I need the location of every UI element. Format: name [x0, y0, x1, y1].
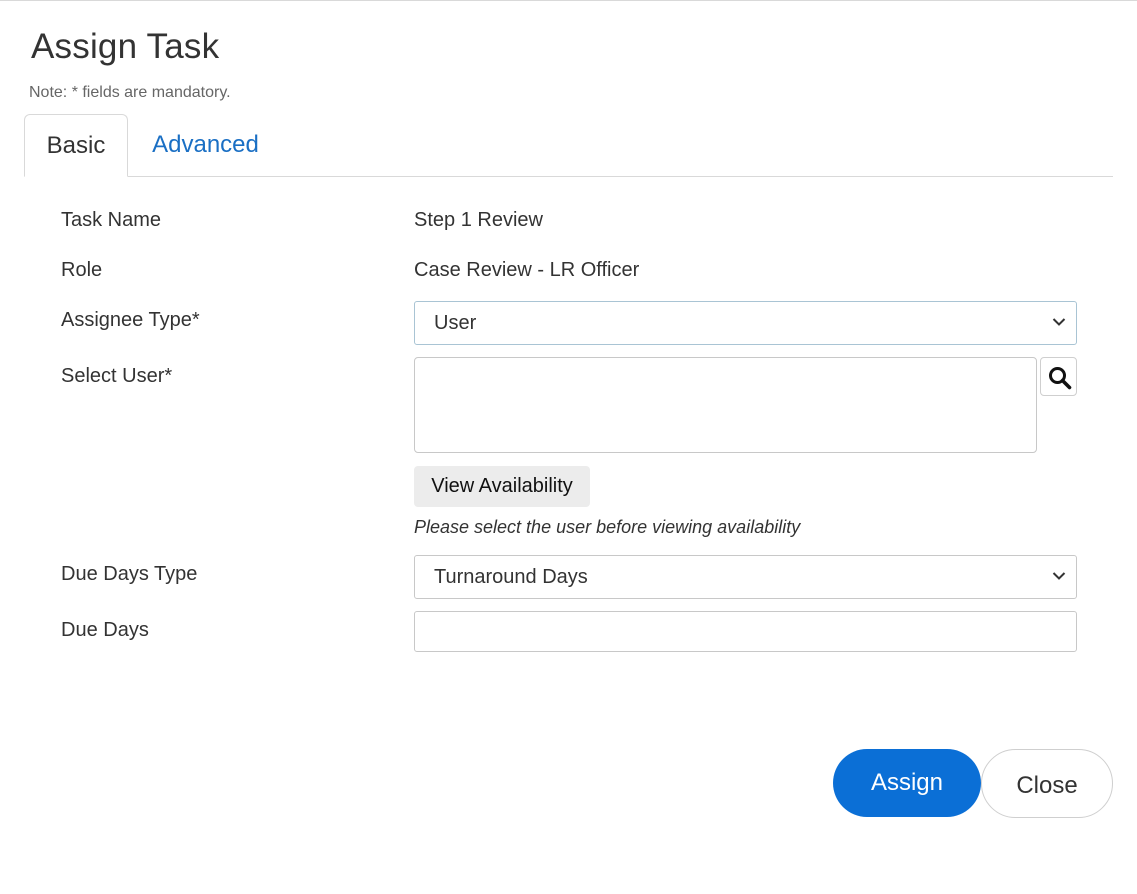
assignee-type-label: Assignee Type* — [61, 309, 200, 331]
view-availability-button[interactable]: View Availability — [414, 466, 590, 507]
role-value: Case Review - LR Officer — [414, 259, 640, 281]
chevron-down-icon — [1052, 556, 1068, 598]
task-name-label: Task Name — [61, 209, 162, 231]
select-user-label: Select User* — [61, 365, 173, 387]
due-days-type-selected: Turnaround Days — [434, 566, 588, 588]
chevron-down-icon — [1052, 302, 1068, 344]
due-days-label: Due Days — [61, 619, 149, 641]
assign-button[interactable]: Assign — [833, 749, 981, 817]
tab-basic[interactable]: Basic — [24, 114, 128, 177]
assign-task-dialog: Assign Task Note: * fields are mandatory… — [0, 0, 1137, 894]
task-name-value: Step 1 Review — [414, 209, 543, 231]
role-label: Role — [61, 259, 103, 281]
tab-advanced[interactable]: Advanced — [128, 114, 283, 176]
dialog-title: Assign Task — [31, 27, 220, 66]
due-days-type-label: Due Days Type — [61, 563, 198, 585]
close-button[interactable]: Close — [981, 749, 1113, 818]
assignee-type-select[interactable]: User — [414, 301, 1077, 345]
due-days-input[interactable] — [414, 611, 1077, 652]
availability-hint: Please select the user before viewing av… — [414, 517, 801, 537]
tab-bar: Basic Advanced — [24, 114, 1113, 177]
mandatory-note: Note: * fields are mandatory. — [29, 84, 231, 101]
user-search-button[interactable] — [1040, 357, 1077, 396]
assignee-type-selected: User — [434, 312, 477, 334]
due-days-type-select[interactable]: Turnaround Days — [414, 555, 1077, 599]
select-user-field[interactable] — [414, 357, 1037, 453]
